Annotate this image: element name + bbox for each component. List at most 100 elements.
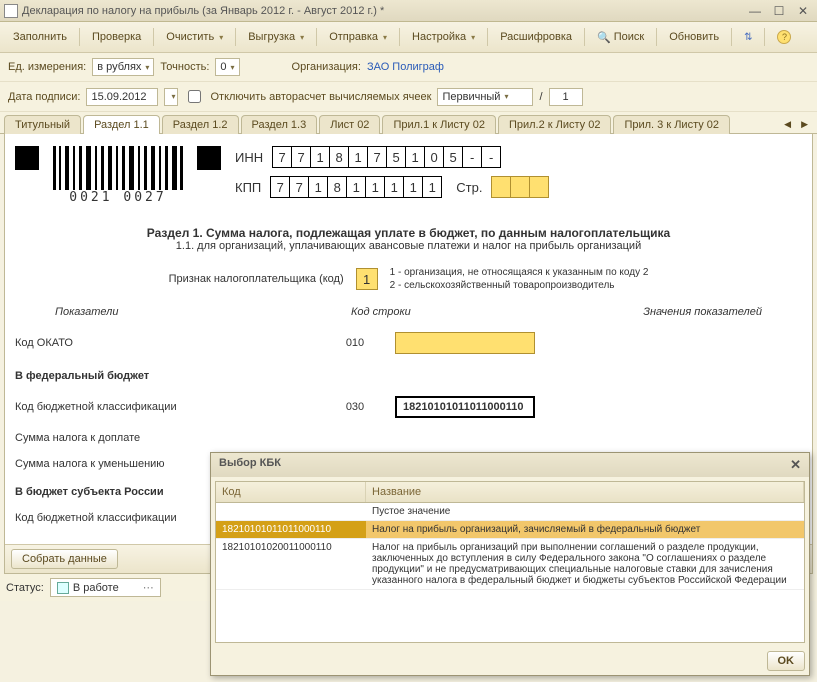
marker-square: [15, 146, 39, 170]
grid-row[interactable]: Пустое значение: [216, 503, 804, 521]
tab-appendix-1[interactable]: Прил.1 к Листу 02: [382, 115, 496, 134]
status-field[interactable]: В работе ⋯: [50, 578, 161, 597]
group-heading: В федеральный бюджет: [15, 370, 802, 382]
order-button[interactable]: ⇅: [737, 28, 759, 47]
kpp-cells: 771811111: [271, 176, 442, 198]
tab-section-1-2[interactable]: Раздел 1.2: [162, 115, 239, 134]
settings-button[interactable]: Настройка: [405, 27, 482, 47]
org-link[interactable]: ЗАО Полиграф: [367, 61, 444, 73]
modal-close-button[interactable]: ✕: [790, 457, 801, 473]
params-row-2: Дата подписи: 15.09.2012 Отключить автор…: [0, 82, 817, 112]
clear-button[interactable]: Очистить: [159, 27, 230, 47]
check-button[interactable]: Проверка: [85, 27, 148, 47]
modal-ok-button[interactable]: OK: [767, 651, 806, 671]
grid-row[interactable]: 18210101020011000110Налог на прибыль орг…: [216, 539, 804, 590]
page-label: Стр.: [456, 180, 482, 195]
value-input[interactable]: [395, 332, 535, 354]
cell: 1: [365, 176, 385, 198]
tab-title[interactable]: Титульный: [4, 115, 81, 134]
fill-button[interactable]: Заполнить: [6, 27, 74, 47]
tab-scroll-right[interactable]: ▶: [796, 116, 813, 133]
col-code: Код строки: [351, 306, 411, 318]
maximize-button[interactable]: ☐: [769, 3, 789, 19]
send-button[interactable]: Отправка: [322, 27, 394, 47]
sign-legend-2: 2 - сельскохозяйственный товаропроизводи…: [390, 279, 649, 292]
grid-header-code[interactable]: Код: [216, 482, 366, 502]
slash: /: [539, 91, 542, 103]
correction-number-input[interactable]: 1: [549, 88, 583, 106]
cell: 1: [422, 176, 442, 198]
unit-label: Ед. измерения:: [8, 61, 86, 73]
form-row: Сумма налога к доплате: [15, 432, 802, 444]
export-button[interactable]: Выгрузка: [241, 27, 311, 47]
cell[interactable]: [491, 176, 511, 198]
search-label: Поиск: [614, 31, 644, 43]
sign-code-input[interactable]: 1: [356, 268, 378, 290]
cell: 1: [308, 176, 328, 198]
grid-header-name[interactable]: Название: [366, 482, 804, 502]
explain-button[interactable]: Расшифровка: [493, 27, 579, 47]
cell: 5: [443, 146, 463, 168]
cell: 1: [384, 176, 404, 198]
search-button[interactable]: Поиск: [590, 27, 651, 48]
marker-square: [197, 146, 221, 170]
separator: [764, 28, 765, 46]
kbk-value-input[interactable]: 18210101011011000110: [395, 396, 535, 418]
cell[interactable]: [510, 176, 530, 198]
grid-cell-name: Пустое значение: [366, 503, 804, 520]
grid-cell-code: [216, 503, 366, 520]
tabs-row: Титульный Раздел 1.1 Раздел 1.2 Раздел 1…: [0, 112, 817, 134]
window-controls: — ☐ ✕: [745, 3, 813, 19]
cell: 7: [291, 146, 311, 168]
form-row: Код ОКАТО010: [15, 332, 802, 354]
precision-select[interactable]: 0: [215, 58, 239, 76]
autocalc-checkbox[interactable]: [188, 90, 201, 103]
cell: 1: [403, 176, 423, 198]
date-picker-button[interactable]: [164, 88, 178, 106]
kpp-label: КПП: [235, 180, 261, 195]
close-button[interactable]: ✕: [793, 3, 813, 19]
page-cells: [492, 176, 549, 198]
cell: 8: [329, 146, 349, 168]
tab-appendix-3[interactable]: Прил. 3 к Листу 02: [613, 115, 730, 134]
separator: [399, 28, 400, 46]
collect-data-button[interactable]: Собрать данные: [11, 549, 118, 569]
cell[interactable]: [529, 176, 549, 198]
tab-sheet-02[interactable]: Лист 02: [319, 115, 380, 134]
cell: 7: [270, 176, 290, 198]
modal-grid: Код Название Пустое значение182101010110…: [215, 481, 805, 643]
cell: 1: [310, 146, 330, 168]
doc-type-select[interactable]: Первичный: [437, 88, 533, 106]
cell: -: [481, 146, 501, 168]
row-label: Код бюджетной классификации: [15, 401, 315, 413]
grid-cell-code: 18210101020011000110: [216, 539, 366, 589]
window-titlebar: Декларация по налогу на прибыль (за Янва…: [0, 0, 817, 22]
grid-cell-code: 18210101011011000110: [216, 521, 366, 538]
help-button[interactable]: ?: [770, 26, 798, 48]
params-row-1: Ед. измерения: в рублях Точность: 0 Орга…: [0, 53, 817, 82]
separator: [235, 28, 236, 46]
sign-date-input[interactable]: 15.09.2012: [86, 88, 158, 106]
grid-row[interactable]: 18210101011011000110Налог на прибыль орг…: [216, 521, 804, 539]
tab-appendix-2[interactable]: Прил.2 к Листу 02: [498, 115, 612, 134]
minimize-button[interactable]: —: [745, 3, 765, 19]
org-label: Организация:: [292, 61, 361, 73]
tab-scroll-left[interactable]: ◀: [779, 116, 796, 133]
tab-section-1-3[interactable]: Раздел 1.3: [241, 115, 318, 134]
tab-section-1-1[interactable]: Раздел 1.1: [83, 115, 160, 134]
precision-label: Точность:: [160, 61, 209, 73]
cell: 1: [405, 146, 425, 168]
sign-legend-1: 1 - организация, не относящаяся к указан…: [390, 266, 649, 279]
refresh-button[interactable]: Обновить: [662, 27, 726, 47]
grid-header: Код Название: [216, 482, 804, 503]
inn-label: ИНН: [235, 150, 263, 165]
row-label: Сумма налога к доплате: [15, 432, 315, 444]
barcode: 0021 0027: [53, 146, 183, 205]
inn-row: ИНН 7718175105--: [235, 146, 549, 168]
unit-select[interactable]: в рублях: [92, 58, 154, 76]
tab-scroll: ◀ ▶: [779, 116, 813, 133]
help-icon: ?: [777, 30, 791, 44]
cell: -: [462, 146, 482, 168]
search-icon: [597, 31, 611, 44]
grid-cell-name: Налог на прибыль организаций при выполне…: [366, 539, 804, 589]
